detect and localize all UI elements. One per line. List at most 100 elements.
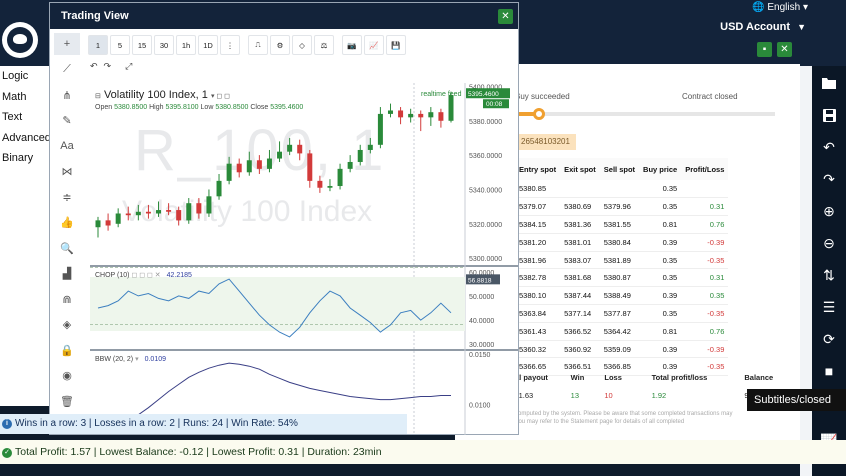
- candle-body: [256, 160, 262, 169]
- interval-1h[interactable]: 1h: [176, 35, 196, 55]
- table-cell: 0.31: [681, 197, 729, 217]
- fib-icon[interactable]: ≑: [54, 186, 80, 208]
- table-cell: 0.39: [639, 340, 682, 359]
- candle-body: [135, 211, 141, 216]
- table-cell: 5384.15: [515, 215, 561, 234]
- table-cell: 0.81: [639, 322, 682, 341]
- eye-icon[interactable]: ◉: [54, 365, 80, 387]
- compare-icon[interactable]: ⚖: [314, 35, 334, 55]
- table-cell: 0.35: [639, 197, 682, 217]
- magnet-icon[interactable]: ⋒: [54, 288, 80, 310]
- table-cell: -0.35: [681, 251, 729, 270]
- table-cell: 5379.07: [515, 197, 561, 217]
- save-chart-icon[interactable]: 💾: [386, 35, 406, 55]
- table-cell: 0.76: [681, 322, 729, 341]
- bbw-legend: BBW (20, 2) ▾ 0.0109: [95, 356, 167, 363]
- eraser-icon[interactable]: ◈: [54, 314, 80, 336]
- close-icon[interactable]: ✕: [777, 42, 792, 57]
- chop-axis-label: 50.0000: [469, 294, 494, 301]
- candle-body: [418, 113, 424, 118]
- camera-icon[interactable]: 📷: [342, 35, 362, 55]
- chevron-down-icon[interactable]: ▼: [797, 22, 806, 32]
- menu-item-advanced[interactable]: Advanced: [0, 128, 51, 149]
- summary-value: 1.92: [651, 390, 667, 400]
- zoom-out-icon[interactable]: ⊖: [814, 228, 844, 258]
- interval-1m[interactable]: 1: [88, 35, 108, 55]
- brush-icon[interactable]: ✎: [54, 110, 80, 132]
- table-cell: 5363.84: [515, 304, 561, 323]
- trend-line-icon[interactable]: ⟋: [54, 59, 80, 81]
- settings-gear-icon[interactable]: ⚙: [270, 35, 290, 55]
- redo-icon[interactable]: ↷: [104, 61, 112, 72]
- summary-value: 10: [604, 390, 613, 400]
- table-cell: [560, 180, 600, 199]
- price-axis-label: 5300.0000: [469, 256, 502, 263]
- trading-view-titlebar[interactable]: Trading View ✕: [50, 3, 518, 29]
- table-cell: 5383.07: [560, 251, 600, 270]
- menu-item-logic[interactable]: Logic: [0, 66, 50, 87]
- fork-icon[interactable]: ⋔: [54, 84, 80, 106]
- menu-item-binary[interactable]: Binary: [0, 148, 50, 169]
- language-label: English: [767, 2, 801, 13]
- stats-text: Wins in a row: 3 | Losses in a row: 2 | …: [15, 418, 298, 429]
- thumb-icon[interactable]: 👍: [54, 212, 80, 234]
- text-tool-icon[interactable]: Aa: [54, 135, 80, 157]
- table-cell: -0.39: [681, 340, 729, 359]
- chart-view-icon[interactable]: 📈: [364, 35, 384, 55]
- candle-body: [216, 180, 222, 197]
- crosshair-icon[interactable]: +: [54, 33, 80, 55]
- interval-30m[interactable]: 30: [154, 35, 174, 55]
- chart-area[interactable]: R_100, 1 Volatility 100 Index 5400.0000 5…: [90, 83, 518, 435]
- fullscreen-icon[interactable]: ⤢: [125, 61, 132, 72]
- price-chart[interactable]: 5400.00005380.00005360.00005340.00005320…: [90, 83, 518, 435]
- save-icon[interactable]: ▪: [757, 42, 772, 57]
- table-row: 5380.85 0.35: [515, 180, 729, 199]
- summary-header: Balance: [744, 372, 774, 382]
- table-cell: 5387.44: [560, 286, 600, 306]
- table-cell: 5381.68: [560, 268, 600, 288]
- column-header: Exit spot: [560, 158, 600, 180]
- table-cell: 0.35: [639, 268, 682, 288]
- list-icon[interactable]: ☰: [814, 292, 844, 322]
- redo-icon[interactable]: ↷: [814, 164, 844, 194]
- reload-icon[interactable]: ⟳: [814, 324, 844, 354]
- table-cell: 5381.20: [515, 233, 561, 252]
- close-icon[interactable]: ✕: [498, 9, 513, 24]
- more-intervals-button[interactable]: ⋮: [220, 35, 240, 55]
- undo-redo: ↶ ↷ ⤢: [90, 61, 132, 72]
- undo-icon[interactable]: ↶: [90, 61, 98, 72]
- save-icon[interactable]: [814, 100, 844, 130]
- interval-1d[interactable]: 1D: [198, 35, 218, 55]
- menu-item-text[interactable]: Text: [0, 107, 50, 128]
- zoom-icon[interactable]: 🔍: [54, 237, 80, 259]
- candle-body: [337, 168, 343, 187]
- language-selector[interactable]: 🌐 English ▾: [752, 2, 808, 13]
- candle-body: [347, 161, 353, 169]
- symbol-legend: ⊟ Volatility 100 Index, 1 ▾ ◻ ◻: [95, 89, 230, 101]
- table-cell: 0.35: [681, 286, 729, 306]
- sort-icon[interactable]: ⇅: [814, 260, 844, 290]
- candle-body: [297, 144, 303, 154]
- interval-5m[interactable]: 5: [110, 35, 130, 55]
- zoom-in-icon[interactable]: ⊕: [814, 196, 844, 226]
- candle-type-icon[interactable]: ⎍: [248, 35, 268, 55]
- chart-toolbar: 1 5 15 30 1h 1D ⋮ ⎍ ⚙ ◇ ⚖ 📷 📈 💾: [88, 33, 406, 57]
- interval-15m[interactable]: 15: [132, 35, 152, 55]
- undo-icon[interactable]: ↶: [814, 132, 844, 162]
- candle-body: [448, 95, 454, 121]
- measure-icon[interactable]: ▟: [54, 263, 80, 285]
- trades-table: Entry spot Exit spot Sell spot Buy price Pro…: [515, 158, 729, 377]
- folder-icon[interactable]: [814, 68, 844, 98]
- table-cell: 5379.96: [599, 197, 640, 217]
- bbw-axis-label: 0.0150: [469, 352, 491, 359]
- table-cell: 5377.87: [599, 304, 640, 323]
- stop-icon[interactable]: ■: [814, 356, 844, 386]
- lock-icon[interactable]: 🔒: [54, 339, 80, 361]
- trash-icon[interactable]: 🗑: [54, 390, 80, 412]
- menu-item-math[interactable]: Math: [0, 87, 50, 108]
- pattern-icon[interactable]: ⋈: [54, 161, 80, 183]
- account-selector[interactable]: USD Account: [720, 21, 790, 33]
- indicators-icon[interactable]: ◇: [292, 35, 312, 55]
- price-axis-label: 5320.0000: [469, 222, 502, 229]
- trading-view-window: Trading View ✕ + ⟋ ⋔ ✎ Aa ⋈ ≑ 👍 🔍 ▟ ⋒ ◈ …: [49, 2, 519, 435]
